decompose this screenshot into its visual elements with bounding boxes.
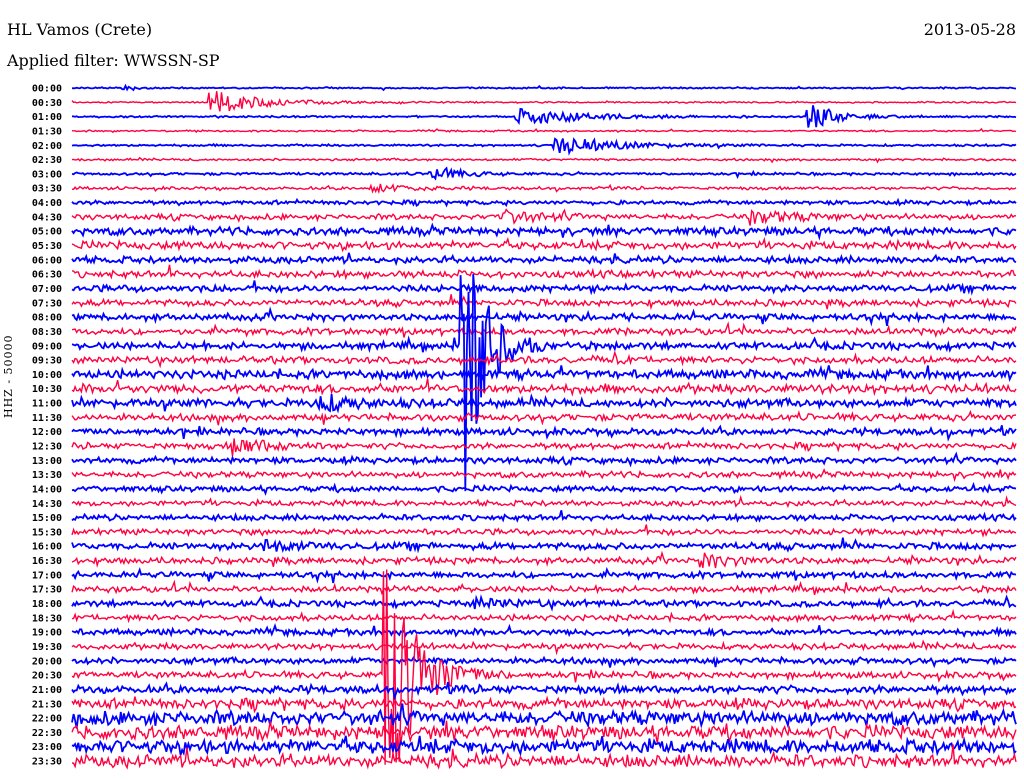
row-time-label: 02:00 xyxy=(32,141,62,152)
row-time-label: 19:30 xyxy=(32,642,62,653)
row-time-label: 20:30 xyxy=(32,671,62,682)
row-time-label: 09:00 xyxy=(32,341,62,352)
trace-row-0800 xyxy=(71,306,1017,327)
trace-row-2100 xyxy=(71,681,1017,702)
trace-row-1900 xyxy=(71,622,1017,639)
trace-row-2000 xyxy=(71,655,1017,669)
row-time-label: 03:30 xyxy=(32,184,62,195)
row-time-label: 06:30 xyxy=(32,270,62,281)
trace-row-0700 xyxy=(71,280,1017,296)
trace-row-1000 xyxy=(71,364,1017,383)
row-time-label: 10:30 xyxy=(32,384,62,395)
trace-row-0300 xyxy=(71,166,1017,181)
trace-row-1400 xyxy=(71,481,1017,496)
row-time-label: 13:00 xyxy=(32,456,62,467)
trace-row-0530 xyxy=(71,236,1017,253)
trace-row-1630 xyxy=(71,550,1017,569)
trace-row-0730 xyxy=(71,294,1017,311)
row-time-label: 17:00 xyxy=(32,570,62,581)
row-time-label: 14:00 xyxy=(32,484,62,495)
row-time-label: 23:30 xyxy=(32,757,62,768)
row-time-label: 13:30 xyxy=(32,470,62,481)
trace-row-1700 xyxy=(71,566,1017,584)
row-time-label: 16:00 xyxy=(32,542,62,553)
trace-row-0830 xyxy=(71,321,1017,339)
trace-row-0030 xyxy=(71,91,1017,112)
trace-row-1200 xyxy=(71,424,1017,442)
helicorder-plot: 00:00 00:30 01:00 01:30 02:00 02:30 03:00 03:30… xyxy=(32,83,1017,770)
row-time-label: 03:00 xyxy=(32,169,62,180)
row-time-label: 18:00 xyxy=(32,599,62,610)
trace-row-0230 xyxy=(71,156,1017,164)
row-time-label: 07:30 xyxy=(32,298,62,309)
trace-row-1800 xyxy=(71,594,1017,612)
row-time-label: 08:30 xyxy=(32,327,62,338)
row-time-label: 05:00 xyxy=(32,227,62,238)
trace-row-1030 xyxy=(71,378,1017,397)
row-time-label: 18:30 xyxy=(32,613,62,624)
row-time-label: 01:00 xyxy=(32,112,62,123)
row-time-label: 06:00 xyxy=(32,255,62,266)
trace-row-0630 xyxy=(71,264,1016,281)
row-time-label: 21:00 xyxy=(32,685,62,696)
row-time-label: 10:00 xyxy=(32,370,62,381)
trace-row-1100 xyxy=(71,393,1017,414)
trace-row-2230 xyxy=(71,720,1017,744)
row-time-label: 15:30 xyxy=(32,527,62,538)
row-time-label: 16:30 xyxy=(32,556,62,567)
row-time-label: 17:30 xyxy=(32,585,62,596)
trace-row-0000 xyxy=(71,83,1017,92)
trace-row-1530 xyxy=(71,524,1017,538)
trace-row-1730 xyxy=(71,579,1017,596)
trace-row-1300 xyxy=(71,451,1017,468)
row-time-label: 09:30 xyxy=(32,356,62,367)
trace-row-0430 xyxy=(71,208,1016,226)
row-time-label: 14:30 xyxy=(32,499,62,510)
row-time-label: 15:00 xyxy=(32,513,62,524)
trace-row-0930 xyxy=(71,350,1017,369)
trace-row-1330 xyxy=(71,467,1017,483)
trace-row-0400 xyxy=(71,197,1017,208)
row-time-label: 12:00 xyxy=(32,427,62,438)
trace-row-1830 xyxy=(71,608,1017,624)
trace-row-0330 xyxy=(71,183,1017,195)
trace-row-1600 xyxy=(71,537,1017,554)
trace-row-1500 xyxy=(71,510,1017,523)
trace-row-1130 xyxy=(71,409,1017,426)
row-time-label: 00:30 xyxy=(32,98,62,109)
row-time-label: 20:00 xyxy=(32,656,62,667)
row-time-label: 05:30 xyxy=(32,241,62,252)
trace-row-0500 xyxy=(71,222,1017,241)
row-time-label: 21:30 xyxy=(32,699,62,710)
row-time-label: 22:00 xyxy=(32,714,62,725)
trace-row-0100 xyxy=(71,105,1017,128)
row-time-label: 07:00 xyxy=(32,284,62,295)
trace-row-1430 xyxy=(71,494,1017,509)
row-time-label: 01:30 xyxy=(32,126,62,137)
trace-row-0600 xyxy=(71,252,1017,267)
trace-row-2200 xyxy=(71,703,1017,729)
row-time-label: 08:00 xyxy=(32,313,62,324)
row-time-label: 00:00 xyxy=(32,84,62,95)
row-time-label: 02:30 xyxy=(32,155,62,166)
trace-row-1930 xyxy=(71,639,1017,656)
row-time-label: 22:30 xyxy=(32,728,62,739)
trace-row-2130 xyxy=(71,695,1017,714)
row-time-label: 23:00 xyxy=(32,742,62,753)
trace-row-1230 xyxy=(71,438,1017,456)
row-time-label: 11:30 xyxy=(32,413,62,424)
row-time-label: 04:00 xyxy=(32,198,62,209)
row-time-label: 19:00 xyxy=(32,628,62,639)
trace-row-0200 xyxy=(71,137,1017,156)
row-time-label: 12:30 xyxy=(32,442,62,453)
row-time-label: 04:30 xyxy=(32,212,62,223)
trace-row-2300 xyxy=(71,735,1017,757)
trace-row-0130 xyxy=(72,127,1017,134)
row-time-label: 11:00 xyxy=(32,399,62,410)
